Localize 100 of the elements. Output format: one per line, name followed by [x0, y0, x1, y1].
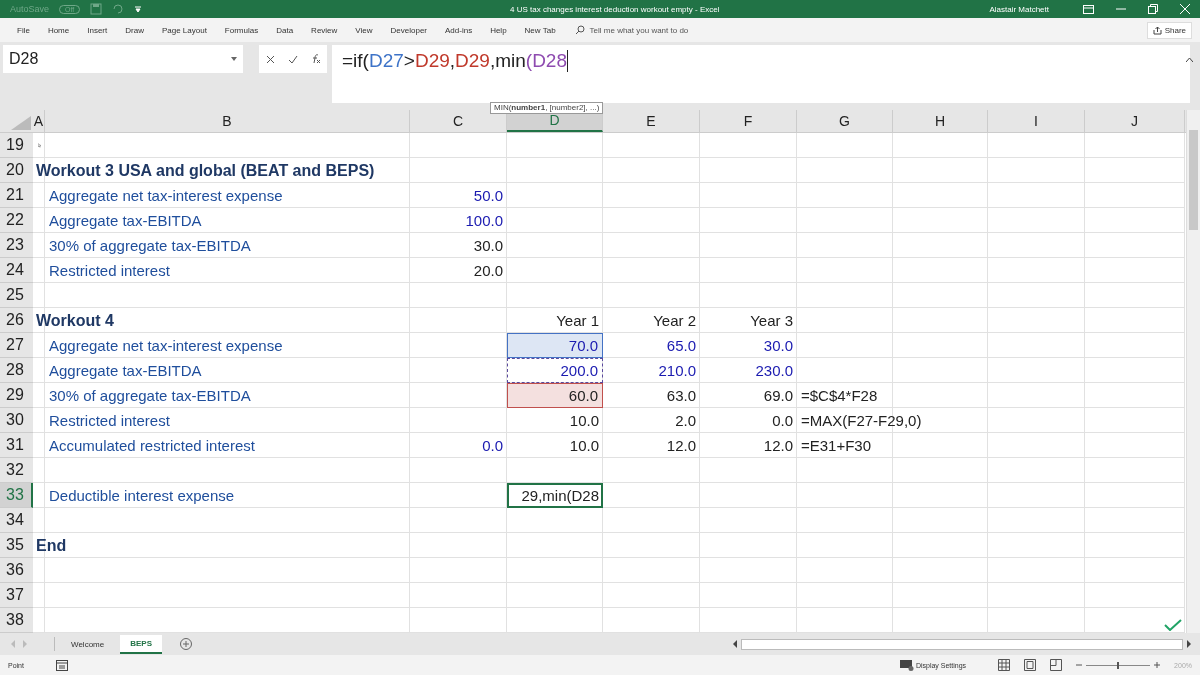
- table-cell: Year 2: [653, 312, 696, 329]
- close-icon[interactable]: [1180, 4, 1190, 14]
- row-header[interactable]: 20: [0, 158, 33, 183]
- table-cell: 12.0: [666, 437, 696, 454]
- ribbon-tab[interactable]: Page Layout: [152, 25, 216, 35]
- row-header[interactable]: 31: [0, 433, 33, 458]
- column-header[interactable]: A: [33, 110, 45, 132]
- row-header[interactable]: 19: [0, 133, 33, 158]
- table-cell: Year 1: [556, 312, 599, 329]
- row-header[interactable]: 26: [0, 308, 33, 333]
- ribbon-tab[interactable]: View: [346, 25, 382, 35]
- table-cell: 230.0: [755, 362, 793, 379]
- ribbon-tab[interactable]: Developer: [381, 25, 436, 35]
- scroll-left-icon[interactable]: [732, 640, 738, 648]
- row-header[interactable]: 28: [0, 358, 33, 383]
- table-cell: 50.0: [473, 187, 503, 204]
- row-header[interactable]: 30: [0, 408, 33, 433]
- dropdown-icon[interactable]: [134, 5, 143, 13]
- table-cell: 63.0: [666, 387, 696, 404]
- monitor-gear-icon[interactable]: [899, 659, 914, 671]
- column-header[interactable]: G: [797, 110, 893, 132]
- macro-record-icon[interactable]: [55, 659, 68, 671]
- table-cell: 30.0: [763, 337, 793, 354]
- column-header[interactable]: J: [1085, 110, 1185, 132]
- enter-check-icon[interactable]: [287, 54, 298, 64]
- search-icon: [574, 25, 585, 35]
- ribbon-tab[interactable]: Insert: [78, 25, 117, 35]
- column-header[interactable]: I: [988, 110, 1085, 132]
- row-header[interactable]: 32: [0, 458, 33, 483]
- table-cell: 60.0: [568, 387, 598, 404]
- table-cell: End: [36, 536, 67, 555]
- table-cell: 30.0: [473, 237, 503, 254]
- table-cell: Accumulated restricted interest: [49, 437, 255, 454]
- formula-field[interactable]: =if(D27>D29,D29,min(D28: [332, 45, 1190, 103]
- row-header[interactable]: 33: [0, 483, 33, 508]
- row-header[interactable]: 21: [0, 183, 33, 208]
- row-header[interactable]: 24: [0, 258, 33, 283]
- row-header[interactable]: 37: [0, 583, 33, 608]
- function-tooltip: MIN(number1, [number2], ...): [490, 102, 604, 114]
- table-cell: =E31+F30: [801, 437, 872, 454]
- table-cell: 210.0: [658, 362, 696, 379]
- row-header[interactable]: 23: [0, 233, 33, 258]
- table-cell: 0.0: [482, 437, 503, 454]
- page-layout-icon[interactable]: [1024, 659, 1037, 671]
- table-cell: 30% of aggregate tax-EBITDA: [49, 237, 251, 254]
- ribbon-tab[interactable]: Review: [302, 25, 347, 35]
- table-cell: Restricted interest: [49, 412, 170, 429]
- table-cell: 65.0: [666, 337, 696, 354]
- sheet-tab[interactable]: Welcome: [61, 635, 115, 653]
- ribbon-tab[interactable]: Data: [267, 25, 303, 35]
- zoom-in-icon[interactable]: [1154, 662, 1161, 668]
- zoom-slider-thumb[interactable]: [1117, 661, 1120, 669]
- name-box[interactable]: D28: [3, 45, 243, 73]
- cancel-icon[interactable]: [265, 54, 275, 64]
- row-header[interactable]: 22: [0, 208, 33, 233]
- table-cell: Aggregate net tax-interest expense: [49, 187, 283, 204]
- table-cell: 70.0: [568, 337, 598, 354]
- table-cell: 100.0: [465, 212, 503, 229]
- row-header[interactable]: 35: [0, 533, 33, 558]
- ribbon-tab[interactable]: Formulas: [215, 25, 268, 35]
- ribbon-tab[interactable]: New Tab: [515, 25, 565, 35]
- table-cell: Deductible interest expense: [49, 487, 235, 504]
- ribbon-tab[interactable]: Draw: [116, 25, 153, 35]
- tell-me-field[interactable]: Tell me what you want to do: [574, 25, 689, 35]
- table-cell: 10.0: [569, 437, 599, 454]
- table-cell: 10.0: [569, 412, 599, 429]
- row-header[interactable]: 25: [0, 283, 33, 308]
- ribbon-display-icon[interactable]: [1083, 4, 1094, 14]
- table-cell: Restricted interest: [49, 262, 170, 279]
- row-header[interactable]: 36: [0, 558, 33, 583]
- table-cell: 0.0: [772, 412, 793, 429]
- table-cell: Aggregate tax-EBITDA: [49, 362, 202, 379]
- row-header[interactable]: 27: [0, 333, 33, 358]
- page-break-icon[interactable]: [1050, 659, 1063, 671]
- horizontal-scrollbar[interactable]: [741, 638, 1183, 650]
- ribbon-tab[interactable]: Home: [38, 25, 79, 35]
- row-header[interactable]: 29: [0, 383, 33, 408]
- ribbon-tab[interactable]: File: [8, 25, 39, 35]
- restore-icon[interactable]: [1148, 4, 1158, 14]
- normal-view-icon[interactable]: [998, 659, 1011, 671]
- insert-function-icon[interactable]: [310, 54, 321, 64]
- column-header[interactable]: H: [893, 110, 988, 132]
- scroll-right-icon[interactable]: [1186, 640, 1192, 648]
- collapse-icon[interactable]: [1186, 57, 1193, 62]
- row-header[interactable]: 38: [0, 608, 33, 633]
- window-title: 4 US tax changes interest deduction workout empty - Excel: [509, 4, 721, 14]
- vertical-scrollbar[interactable]: [1186, 110, 1200, 633]
- row-header[interactable]: 34: [0, 508, 33, 533]
- ribbon-tab[interactable]: Add-ins: [436, 25, 482, 35]
- sheet-tab[interactable]: BEPS: [120, 634, 162, 654]
- add-sheet-icon[interactable]: [180, 638, 192, 650]
- user-name[interactable]: Alastair Matchett: [989, 4, 1049, 14]
- cell-edit-field[interactable]: 29,min(D28: [507, 483, 603, 508]
- ribbon-tab[interactable]: Help: [481, 25, 516, 35]
- column-header[interactable]: F: [700, 110, 797, 132]
- share-button[interactable]: Share: [1146, 21, 1192, 39]
- check-icon: [1164, 619, 1182, 631]
- table-cell: Year 3: [750, 312, 793, 329]
- column-header[interactable]: B: [45, 110, 410, 132]
- table-cell: Workout 4: [36, 311, 114, 330]
